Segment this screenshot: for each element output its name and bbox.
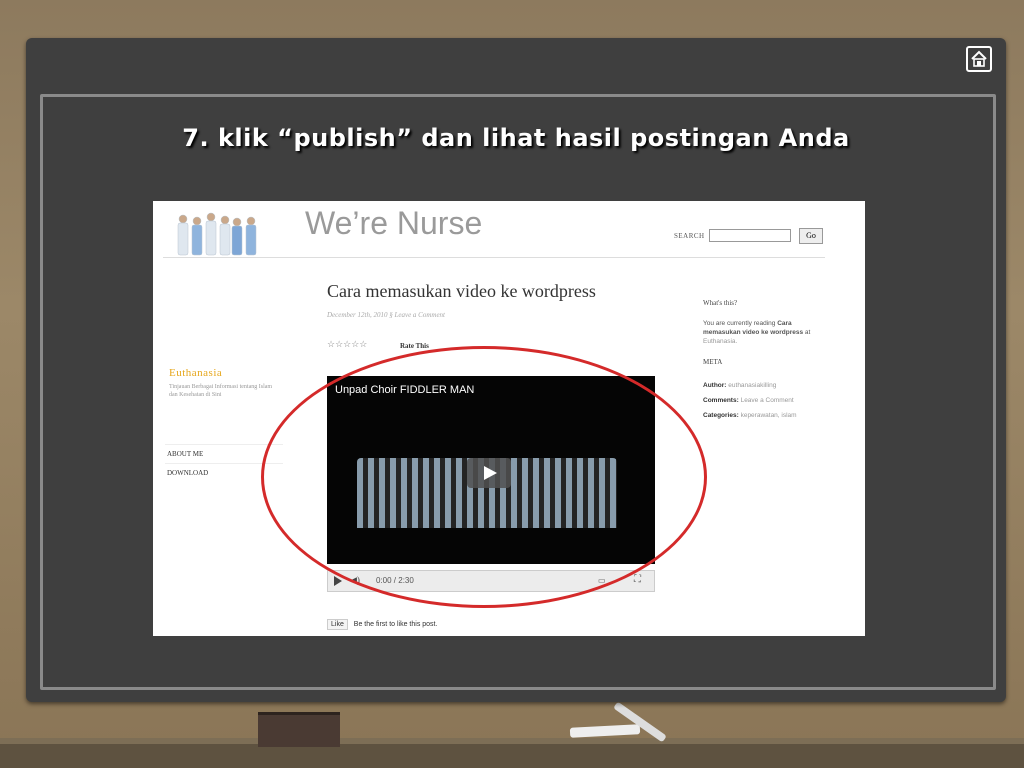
meta-categories: Categories: keperawatan, islam: [703, 408, 813, 423]
comments-label: Comments:: [703, 397, 739, 404]
search-go-button[interactable]: Go: [799, 228, 823, 244]
like-text: Be the first to like this post.: [353, 621, 438, 628]
right-sidebar-heading: What's this?: [703, 299, 738, 307]
rate-this-label[interactable]: Rate This: [400, 342, 429, 350]
meta-comments: Comments: Leave a Comment: [703, 393, 813, 408]
blog-description: Tinjauan Berbagai Informasi tentang Isla…: [169, 384, 273, 398]
currently-reading-text: You are currently reading Cara memasukan…: [703, 319, 813, 346]
categories-links[interactable]: keperawatan, islam: [741, 412, 797, 419]
home-icon[interactable]: [966, 46, 992, 72]
blog-name[interactable]: Euthanasia: [169, 367, 222, 379]
blog-screenshot: We’re Nurse SEARCH Go Euthanasia Tinjaua…: [153, 201, 865, 636]
currently-reading-intro: You are currently reading: [703, 320, 776, 327]
meta-author: Author: euthanasiakilling: [703, 378, 813, 393]
highlight-circle: [261, 346, 707, 608]
author-label: Author:: [703, 382, 727, 389]
search-label: SEARCH: [674, 232, 705, 240]
post-title[interactable]: Cara memasukan video ke wordpress: [327, 281, 596, 302]
meta-heading: META: [703, 358, 723, 366]
search-input[interactable]: [709, 229, 791, 242]
nurses-header-image: [177, 212, 257, 256]
site-link[interactable]: Euthanasia.: [703, 338, 737, 345]
post-meta: December 12th, 2010 § Leave a Comment: [327, 311, 446, 319]
author-link[interactable]: euthanasiakilling: [728, 382, 776, 389]
slide-title: 7. klik “publish” dan lihat hasil postin…: [182, 124, 850, 152]
header-divider: [163, 257, 825, 258]
categories-label: Categories:: [703, 412, 739, 419]
leave-comment-link[interactable]: Leave a Comment: [741, 397, 794, 404]
like-button[interactable]: Like: [327, 619, 348, 630]
chalk-piece: [613, 701, 667, 743]
fullscreen-icon[interactable]: ⛶: [634, 574, 641, 585]
site-title: We’re Nurse: [305, 205, 483, 241]
at-text: at: [804, 329, 811, 336]
right-sidebar: What's this? You are currently reading C…: [703, 299, 813, 423]
like-bar: Like Be the first to like this post.: [327, 619, 477, 633]
rating-stars[interactable]: ☆☆☆☆☆: [327, 339, 367, 350]
chalk-piece: [569, 724, 641, 738]
chalk-eraser: [258, 712, 340, 747]
